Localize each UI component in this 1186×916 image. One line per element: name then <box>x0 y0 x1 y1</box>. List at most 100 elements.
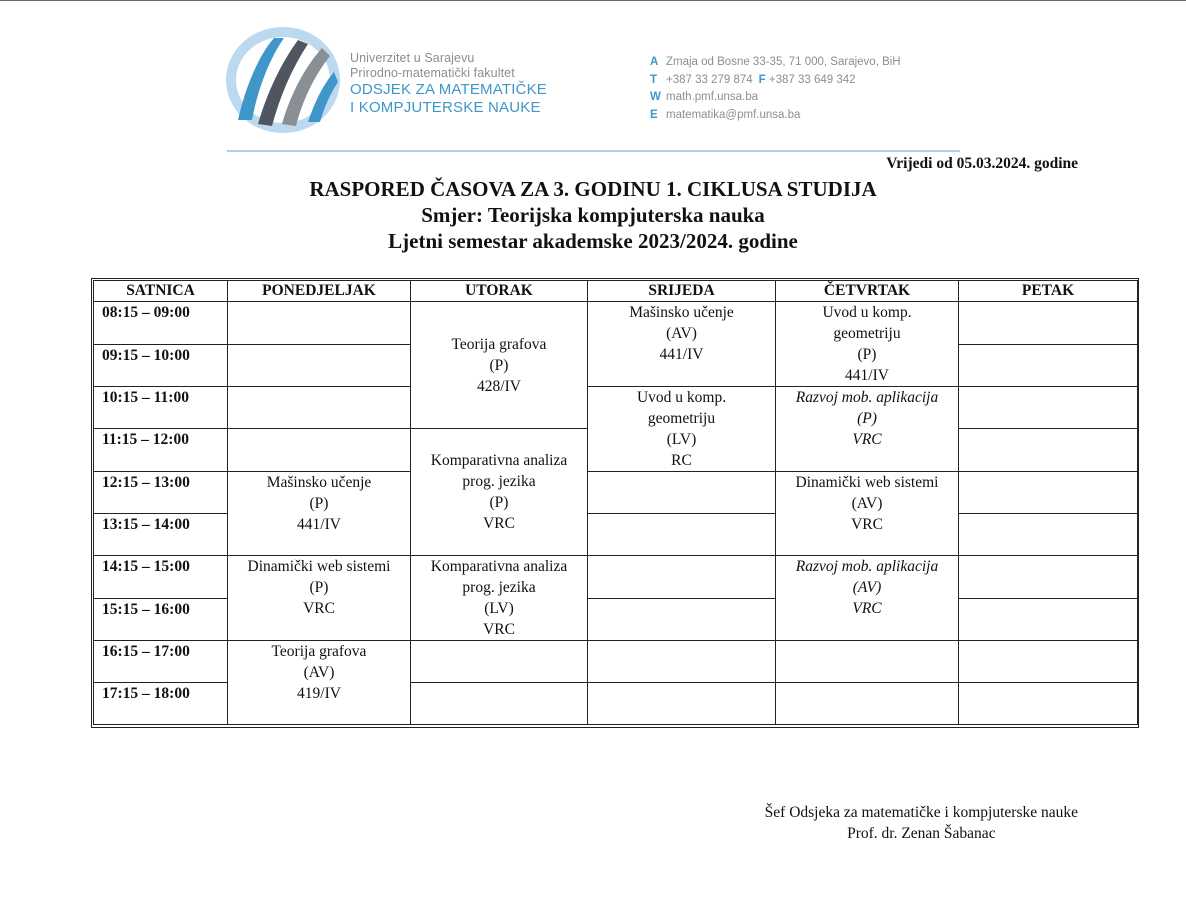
signature-name: Prof. dr. Zenan Šabanac <box>847 825 996 842</box>
table-row: 12:15 – 13:00 Mašinsko učenje (P) 441/IV… <box>93 471 1138 556</box>
course-type: (P) <box>309 579 329 596</box>
course-type: (P) <box>857 410 877 427</box>
course-room: VRC <box>483 621 515 638</box>
table-row: 16:15 – 17:00 Teorija grafova (AV) 419/I… <box>93 640 1138 725</box>
contact-info: A Zmaja od Bosne 33-35, 71 000, Sarajevo,… <box>650 54 901 124</box>
empty-cell <box>587 555 776 599</box>
header-cell: UTORAK <box>410 280 588 302</box>
empty-cell <box>958 640 1138 683</box>
course-type: (AV) <box>852 579 882 596</box>
empty-cell <box>227 386 411 429</box>
signature-title: Šef Odsjeka za matematičke i kompjutersk… <box>764 804 1078 821</box>
course-name-cont: prog. jezika <box>462 579 536 596</box>
course-room: 441/IV <box>659 346 704 363</box>
course-type: (P) <box>489 494 509 511</box>
course-name-cont: geometriju <box>647 410 716 427</box>
time-cell: 16:15 – 17:00 <box>93 640 228 683</box>
course-name: Komparativna analiza <box>430 558 568 575</box>
contact-web-row: Wmath.pmf.unsa.ba <box>650 89 901 107</box>
page-title: RASPORED ČASOVA ZA 3. GODINU 1. CIKLUSA … <box>309 177 877 201</box>
time-cell: 15:15 – 16:00 <box>93 597 228 641</box>
wed-masinsko-ucenje-av: Mašinsko učenje (AV) 441/IV <box>587 301 776 387</box>
empty-cell <box>958 343 1138 387</box>
thu-razvoj-mob-aplikacija-av: Razvoj mob. aplikacija (AV) VRC <box>775 555 959 641</box>
contact-email-row: Ematematika@pmf.unsa.ba <box>650 107 901 125</box>
schedule-table: SATNICA PONEDJELJAK UTORAK SRIJEDA ČETVR… <box>93 280 1138 725</box>
time-cell: 11:15 – 12:00 <box>93 428 228 472</box>
mon-dinamicki-web-sistemi-p: Dinamički web sistemi (P) VRC <box>227 555 411 641</box>
empty-cell <box>958 301 1138 345</box>
empty-cell <box>958 597 1138 641</box>
course-type: (P) <box>857 346 877 363</box>
institution-names: Univerzitet u Sarajevu Prirodno-matemati… <box>350 51 547 117</box>
web-key: W <box>650 91 661 103</box>
course-name: Mašinsko učenje <box>629 304 734 321</box>
semester-title: Ljetni semestar akademske 2023/2024. god… <box>388 229 798 253</box>
empty-cell <box>227 301 411 345</box>
course-name: Teorija grafova <box>451 335 547 353</box>
university-logo-icon <box>226 27 340 133</box>
tue-komparativna-analiza-lv: Komparativna analiza prog. jezika (LV) V… <box>410 555 588 641</box>
course-room: RC <box>671 452 692 469</box>
course-type: (AV) <box>303 664 335 681</box>
mon-teorija-grafova-av: Teorija grafova (AV) 419/IV <box>227 640 411 725</box>
empty-cell <box>587 513 776 556</box>
course-name: Dinamički web sistemi <box>247 558 391 575</box>
department-name-line2: I KOMPJUTERSKE NAUKE <box>350 99 541 116</box>
document-titles: RASPORED ČASOVA ZA 3. GODINU 1. CIKLUSA … <box>0 176 1186 254</box>
empty-cell <box>775 640 959 683</box>
header-cell: ČETVRTAK <box>775 280 959 302</box>
table-row: 14:15 – 15:00 Dinamički web sistemi (P) … <box>93 555 1138 641</box>
phone-key: T <box>650 73 658 86</box>
thu-dinamicki-web-sistemi-av: Dinamički web sistemi (AV) VRC <box>775 471 959 556</box>
course-room: VRC <box>852 600 882 617</box>
course-type: (P) <box>309 495 329 512</box>
tue-teorija-grafova-p: Teorija grafova (P) 428/IV <box>410 301 588 429</box>
course-room: VRC <box>851 516 883 533</box>
mon-masinsko-ucenje-p: Mašinsko učenje (P) 441/IV <box>227 471 411 556</box>
empty-cell <box>958 682 1138 725</box>
fax-text: +387 33 649 342 <box>768 73 856 86</box>
course-room: 428/IV <box>477 377 521 395</box>
empty-cell <box>775 682 959 725</box>
table-header-row: SATNICA PONEDJELJAK UTORAK SRIJEDA ČETVR… <box>93 280 1138 302</box>
course-name: Dinamički web sistemi <box>795 474 939 491</box>
signature-block: Šef Odsjeka za matematičke i kompjutersk… <box>765 802 1078 844</box>
schedule-table-frame: SATNICA PONEDJELJAK UTORAK SRIJEDA ČETVR… <box>91 278 1139 728</box>
empty-cell <box>958 428 1138 472</box>
fax-key: F <box>758 73 766 86</box>
header-cell: SATNICA <box>93 280 228 302</box>
header-cell: PETAK <box>958 280 1138 302</box>
empty-cell <box>410 682 588 725</box>
course-room: VRC <box>852 431 882 448</box>
email-key: E <box>650 108 658 121</box>
course-name: Uvod u komp. <box>636 389 727 406</box>
course-type: (AV) <box>666 325 697 342</box>
header-cell: SRIJEDA <box>587 280 776 302</box>
course-name: Mašinsko učenje <box>266 474 372 491</box>
faculty-name: Prirodno-matematički fakultet <box>350 66 515 80</box>
course-type: (LV) <box>666 431 697 448</box>
empty-cell <box>587 597 776 641</box>
course-name-cont: geometriju <box>833 325 901 342</box>
empty-cell <box>958 513 1138 556</box>
empty-cell <box>958 386 1138 429</box>
course-name: Razvoj mob. aplikacija <box>795 389 939 406</box>
course-type: (P) <box>489 356 509 374</box>
time-cell: 10:15 – 11:00 <box>93 386 228 429</box>
letterhead: Univerzitet u Sarajevu Prirodno-matemati… <box>224 24 960 152</box>
page-subtitle: Smjer: Teorijska kompjuterska nauka <box>421 203 765 227</box>
letterhead-divider <box>227 150 960 152</box>
valid-from-date: Vrijedi od 05.03.2024. godine <box>886 155 1078 172</box>
web-text: math.pmf.unsa.ba <box>666 91 759 103</box>
time-cell: 17:15 – 18:00 <box>93 682 228 725</box>
table-row: 10:15 – 11:00 Uvod u komp. geometriju (L… <box>93 386 1138 472</box>
thu-razvoj-mob-aplikacija-p: Razvoj mob. aplikacija (P) VRC <box>775 386 959 472</box>
time-cell: 08:15 – 09:00 <box>93 301 228 345</box>
course-name: Komparativna analiza <box>430 452 568 469</box>
email-text: matematika@pmf.unsa.ba <box>666 108 801 121</box>
wed-uvod-komp-geometriju-lv: Uvod u komp. geometriju (LV) RC <box>587 386 776 472</box>
time-cell: 14:15 – 15:00 <box>93 555 228 599</box>
contact-address-row: A Zmaja od Bosne 33-35, 71 000, Sarajevo,… <box>650 54 901 72</box>
course-name: Teorija grafova <box>271 643 367 660</box>
